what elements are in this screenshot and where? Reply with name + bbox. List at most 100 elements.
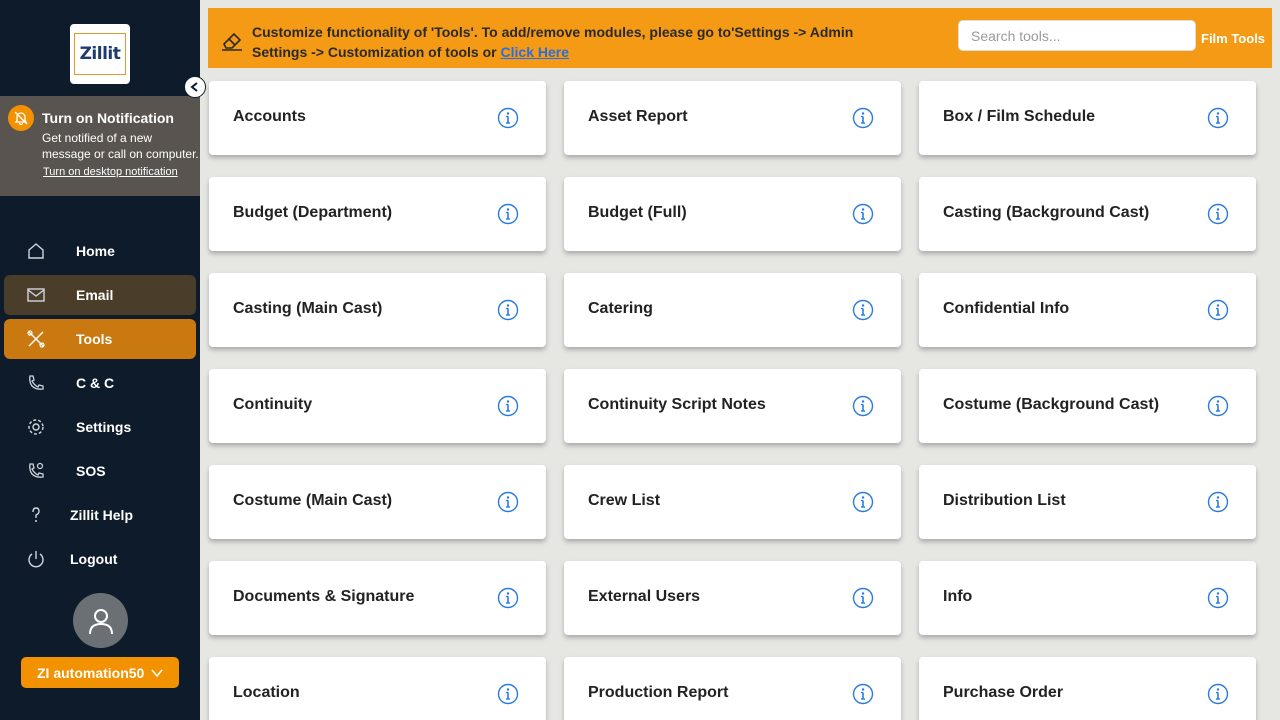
info-icon[interactable] — [1207, 107, 1229, 129]
info-icon[interactable] — [852, 203, 874, 225]
info-icon[interactable] — [852, 491, 874, 513]
tool-card[interactable]: External Users — [564, 561, 901, 635]
nav-item-help[interactable]: Zillit Help — [4, 495, 196, 535]
tool-card-label: External Users — [588, 588, 701, 605]
info-icon[interactable] — [497, 587, 519, 609]
user-name: ZI automation50 — [37, 664, 145, 681]
tool-card[interactable]: Distribution List — [919, 465, 1256, 539]
click-here-link[interactable]: Click Here — [501, 44, 569, 60]
info-icon[interactable] — [852, 299, 874, 321]
sidebar: Zillit Turn on Notification Get notified… — [0, 0, 200, 720]
tool-card-label: Asset Report — [588, 108, 688, 125]
phone-icon — [29, 375, 44, 390]
tool-card-label: Continuity Script Notes — [588, 396, 766, 413]
enable-notification-link[interactable]: Turn on desktop notification — [43, 166, 178, 178]
nav-label: Zillit Help — [70, 507, 133, 523]
tool-card-label: Costume (Background Cast) — [943, 396, 1160, 413]
info-icon[interactable] — [1207, 587, 1229, 609]
tool-card-label: Casting (Main Cast) — [233, 300, 383, 317]
nav-item-sos[interactable]: SOS — [4, 451, 196, 491]
nav-label: Home — [76, 243, 115, 259]
tool-card[interactable]: Casting (Background Cast) — [919, 177, 1256, 251]
tool-card-label: Production Report — [588, 684, 729, 701]
film-tools-link[interactable]: Film Tools — [1201, 31, 1265, 46]
info-icon[interactable] — [1207, 299, 1229, 321]
tool-card[interactable]: Asset Report — [564, 81, 901, 155]
tool-card-label: Accounts — [233, 108, 306, 125]
avatar[interactable] — [73, 593, 128, 648]
info-icon[interactable] — [852, 395, 874, 417]
info-icon[interactable] — [852, 587, 874, 609]
tool-card[interactable]: Budget (Department) — [209, 177, 546, 251]
tool-card-label: Purchase Order — [943, 684, 1064, 701]
sos-phone-icon — [29, 462, 44, 478]
info-icon[interactable] — [497, 107, 519, 129]
nav-label: Tools — [76, 331, 113, 347]
collapse-sidebar-button[interactable] — [184, 76, 206, 98]
info-icon[interactable] — [497, 299, 519, 321]
info-icon[interactable] — [497, 203, 519, 225]
tool-card[interactable]: Crew List — [564, 465, 901, 539]
tool-card-label: Location — [233, 684, 300, 701]
info-icon[interactable] — [1207, 683, 1229, 705]
banner-message: Customize functionality of 'Tools'. To a… — [252, 22, 912, 62]
bell-off-icon — [8, 105, 34, 131]
app-logo[interactable]: Zillit — [70, 24, 130, 84]
tool-card[interactable]: Costume (Background Cast) — [919, 369, 1256, 443]
search-tools-input[interactable] — [958, 20, 1196, 51]
nav-item-settings[interactable]: Settings — [4, 407, 196, 447]
tool-card-label: Confidential Info — [943, 300, 1070, 317]
user-icon — [88, 608, 113, 634]
user-menu-button[interactable]: ZI automation50 — [21, 657, 179, 688]
nav-item-home[interactable]: Home — [4, 231, 196, 271]
tool-card[interactable]: Accounts — [209, 81, 546, 155]
info-icon[interactable] — [852, 683, 874, 705]
tools-icon — [27, 330, 45, 348]
notification-panel: Turn on Notification Get notified of a n… — [0, 96, 200, 196]
help-icon — [32, 507, 40, 522]
tools-grid: Accounts Asset Report Box / Film Schedule B… — [209, 81, 1256, 720]
tool-card[interactable]: Purchase Order — [919, 657, 1256, 720]
tool-card-label: Continuity — [233, 396, 313, 413]
tool-card[interactable]: Costume (Main Cast) — [209, 465, 546, 539]
tool-card-label: Info — [943, 588, 973, 605]
customize-banner: Customize functionality of 'Tools'. To a… — [208, 8, 1272, 68]
tool-card[interactable]: Documents & Signature — [209, 561, 546, 635]
tool-card-label: Budget (Department) — [233, 204, 393, 221]
home-icon — [28, 243, 44, 259]
power-icon — [28, 551, 44, 568]
tool-card[interactable]: Continuity — [209, 369, 546, 443]
tool-card[interactable]: Info — [919, 561, 1256, 635]
info-icon[interactable] — [1207, 203, 1229, 225]
eraser-icon — [222, 32, 242, 51]
info-icon[interactable] — [852, 107, 874, 129]
tool-card-label: Costume (Main Cast) — [233, 492, 393, 509]
tool-card[interactable]: Location — [209, 657, 546, 720]
info-icon[interactable] — [1207, 491, 1229, 513]
tool-card-label: Catering — [588, 300, 653, 317]
tool-card[interactable]: Production Report — [564, 657, 901, 720]
tool-card[interactable]: Catering — [564, 273, 901, 347]
info-icon[interactable] — [1207, 395, 1229, 417]
tool-card[interactable]: Box / Film Schedule — [919, 81, 1256, 155]
tool-card[interactable]: Budget (Full) — [564, 177, 901, 251]
nav-item-cc[interactable]: C & C — [4, 363, 196, 403]
nav-label: Logout — [70, 551, 118, 567]
info-icon[interactable] — [497, 491, 519, 513]
tool-card-label: Distribution List — [943, 492, 1066, 509]
tool-card[interactable]: Confidential Info — [919, 273, 1256, 347]
tool-card[interactable]: Casting (Main Cast) — [209, 273, 546, 347]
chevron-left-icon — [190, 82, 198, 92]
gear-icon — [28, 419, 44, 435]
tool-card-label: Budget (Full) — [588, 204, 687, 221]
info-icon[interactable] — [497, 395, 519, 417]
nav-item-email[interactable]: Email — [4, 275, 196, 315]
tool-card-label: Documents & Signature — [233, 588, 415, 605]
logo-text: Zillit — [79, 44, 121, 64]
tool-card[interactable]: Continuity Script Notes — [564, 369, 901, 443]
mail-icon — [27, 288, 45, 302]
nav-item-logout[interactable]: Logout — [4, 539, 196, 579]
info-icon[interactable] — [497, 683, 519, 705]
nav-item-tools[interactable]: Tools — [4, 319, 196, 359]
nav-label: C & C — [76, 375, 115, 391]
